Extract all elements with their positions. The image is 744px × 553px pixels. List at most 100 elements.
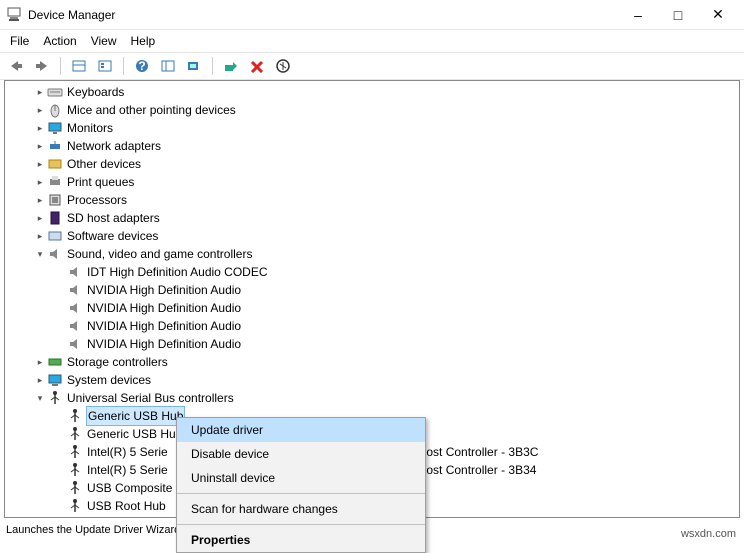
expand-icon[interactable]: ▸ <box>33 173 47 191</box>
update-driver-button[interactable] <box>221 56 241 76</box>
expand-icon[interactable]: ▸ <box>33 227 47 245</box>
sound-icon <box>67 336 83 352</box>
usb-icon <box>67 480 83 496</box>
back-button[interactable] <box>6 56 26 76</box>
context-menu-item[interactable]: Properties <box>177 528 425 552</box>
tree-row-label[interactable]: USB Root Hub <box>87 497 166 515</box>
tree-row-label[interactable]: NVIDIA High Definition Audio <box>87 335 241 353</box>
menu-action[interactable]: Action <box>43 34 76 48</box>
context-menu-item[interactable]: Disable device <box>177 442 425 466</box>
tree-row[interactable]: ▸ Processors <box>5 191 739 209</box>
usb-icon <box>67 444 83 460</box>
tree-row[interactable]: ▸ SD host adapters <box>5 209 739 227</box>
collapse-icon[interactable]: ▾ <box>33 245 47 263</box>
tree-row-label[interactable]: Generic USB Hu <box>87 425 176 443</box>
tree-row-label[interactable]: SD host adapters <box>67 209 160 227</box>
expand-icon[interactable]: ▸ <box>33 353 47 371</box>
sound-icon <box>67 282 83 298</box>
tree-row-label[interactable]: Intel(R) 5 Serie <box>87 443 168 461</box>
tree-row[interactable]: ▸ Storage controllers <box>5 353 739 371</box>
expand-icon[interactable]: ▸ <box>33 371 47 389</box>
usb-icon <box>67 516 83 518</box>
context-menu-separator <box>177 493 425 494</box>
tree-row[interactable]: ▸ Print queues <box>5 173 739 191</box>
tree-row-label[interactable]: Software devices <box>67 227 158 245</box>
scan-hardware-button[interactable] <box>184 56 204 76</box>
view-button[interactable] <box>158 56 178 76</box>
mouse-icon <box>47 102 63 118</box>
tree-row[interactable]: ▸ Mice and other pointing devices <box>5 101 739 119</box>
close-button[interactable]: ✕ <box>698 6 738 23</box>
toolbar: ? <box>0 52 744 80</box>
minimize-button[interactable]: – <box>618 7 658 23</box>
tree-row-label[interactable]: Universal Serial Bus controllers <box>67 389 234 407</box>
menu-bar: File Action View Help <box>0 30 744 52</box>
tree-row[interactable]: ▸NVIDIA High Definition Audio <box>5 281 739 299</box>
usb-icon <box>67 462 83 478</box>
expand-icon[interactable]: ▸ <box>33 83 47 101</box>
tree-row-label[interactable]: Print queues <box>67 173 134 191</box>
soft-icon <box>47 228 63 244</box>
system-icon <box>47 372 63 388</box>
tree-row-label[interactable]: Network adapters <box>67 137 161 155</box>
menu-help[interactable]: Help <box>131 34 156 48</box>
tree-row-label[interactable]: Other devices <box>67 155 141 173</box>
context-menu-item[interactable]: Update driver <box>177 418 425 442</box>
tree-row[interactable]: ▾ Sound, video and game controllers <box>5 245 739 263</box>
expand-icon[interactable]: ▸ <box>33 191 47 209</box>
tree-row[interactable]: ▸ Keyboards <box>5 83 739 101</box>
context-menu-item[interactable]: Uninstall device <box>177 466 425 490</box>
tree-row-label[interactable]: Mice and other pointing devices <box>67 101 236 119</box>
window-title: Device Manager <box>28 8 618 22</box>
disable-button[interactable] <box>273 56 293 76</box>
uninstall-button[interactable] <box>247 56 267 76</box>
tree-row-label[interactable]: IDT High Definition Audio CODEC <box>87 263 268 281</box>
tree-row[interactable]: ▸NVIDIA High Definition Audio <box>5 317 739 335</box>
forward-button[interactable] <box>32 56 52 76</box>
tree-row-label[interactable]: System devices <box>67 371 151 389</box>
maximize-button[interactable]: □ <box>658 7 698 23</box>
tree-row-label[interactable]: Intel(R) 5 Serie <box>87 461 168 479</box>
context-menu-item[interactable]: Scan for hardware changes <box>177 497 425 521</box>
tree-row-label[interactable]: Monitors <box>67 119 113 137</box>
tree-row-label[interactable]: Sound, video and game controllers <box>67 245 252 263</box>
tree-row-label[interactable]: USB Root Hub <box>87 515 166 518</box>
tree-row-label[interactable]: NVIDIA High Definition Audio <box>87 317 241 335</box>
expand-icon[interactable]: ▸ <box>33 137 47 155</box>
tree-row-label[interactable]: NVIDIA High Definition Audio <box>87 281 241 299</box>
app-icon <box>6 7 22 23</box>
tree-row-label[interactable]: Keyboards <box>67 83 124 101</box>
expand-icon[interactable]: ▸ <box>33 209 47 227</box>
tree-row[interactable]: ▸NVIDIA High Definition Audio <box>5 335 739 353</box>
collapse-icon[interactable]: ▾ <box>33 389 47 407</box>
tree-row[interactable]: ▸ Other devices <box>5 155 739 173</box>
tree-row-label[interactable]: Generic USB Hub <box>87 407 184 425</box>
usb-icon <box>67 408 83 424</box>
help-button[interactable]: ? <box>132 56 152 76</box>
tree-row[interactable]: ▸ Network adapters <box>5 137 739 155</box>
tree-row-label[interactable]: Storage controllers <box>67 353 168 371</box>
usb-icon <box>67 498 83 514</box>
tree-row-label[interactable]: USB Composite <box>87 479 172 497</box>
cpu-icon <box>47 192 63 208</box>
tree-row-label[interactable]: NVIDIA High Definition Audio <box>87 299 241 317</box>
expand-icon[interactable]: ▸ <box>33 101 47 119</box>
tree-row[interactable]: ▾ Universal Serial Bus controllers <box>5 389 739 407</box>
menu-file[interactable]: File <box>10 34 29 48</box>
tree-row[interactable]: ▸ Software devices <box>5 227 739 245</box>
watermark: wsxdn.com <box>679 528 738 540</box>
menu-view[interactable]: View <box>91 34 117 48</box>
tree-row[interactable]: ▸ Monitors <box>5 119 739 137</box>
storage-icon <box>47 354 63 370</box>
show-hidden-button[interactable] <box>69 56 89 76</box>
keyboard-icon <box>47 84 63 100</box>
tree-row[interactable]: ▸NVIDIA High Definition Audio <box>5 299 739 317</box>
expand-icon[interactable]: ▸ <box>33 119 47 137</box>
tree-row-label[interactable]: Processors <box>67 191 127 209</box>
svg-text:?: ? <box>138 59 145 73</box>
context-menu-separator <box>177 524 425 525</box>
properties-button[interactable] <box>95 56 115 76</box>
tree-row[interactable]: ▸IDT High Definition Audio CODEC <box>5 263 739 281</box>
expand-icon[interactable]: ▸ <box>33 155 47 173</box>
tree-row[interactable]: ▸ System devices <box>5 371 739 389</box>
